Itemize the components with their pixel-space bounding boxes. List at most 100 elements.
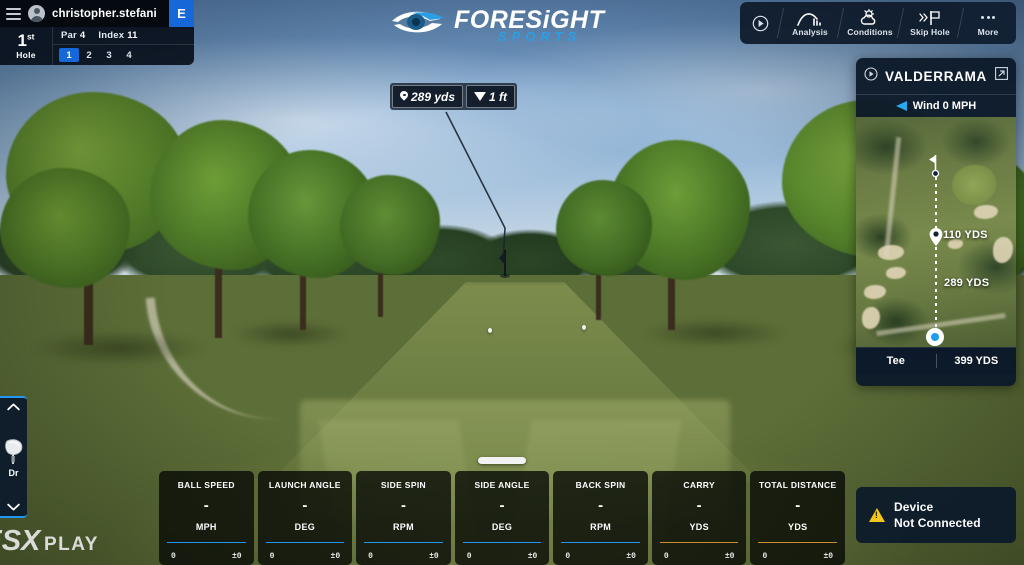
stat-value: - xyxy=(598,497,604,514)
stat-title: TOTAL DISTANCE xyxy=(759,480,837,490)
drag-handle-icon[interactable] xyxy=(478,457,526,464)
chevron-up-icon[interactable] xyxy=(7,403,20,411)
nav-item-skip-hole[interactable]: Skip Hole xyxy=(900,2,960,44)
shot-stats-bar: BALL SPEED - MPH 0 ±0 LAUNCH ANGLE - DEG … xyxy=(159,471,846,565)
hole-chip-2[interactable]: 2 xyxy=(79,48,99,62)
stat-card-side-angle[interactable]: SIDE ANGLE - DEG 0 ±0 xyxy=(454,471,550,565)
bunker xyxy=(878,245,904,260)
more-dots-icon xyxy=(981,9,995,26)
stat-range: 0 ±0 xyxy=(258,552,353,561)
device-status-panel[interactable]: Device Not Connected xyxy=(856,487,1016,543)
stat-unit: MPH xyxy=(195,522,217,532)
stat-max: ±0 xyxy=(724,552,735,561)
distance-marker-widget[interactable]: 289 yds 1 ft xyxy=(390,83,518,110)
elevation-box[interactable]: 1 ft xyxy=(466,85,516,108)
nav-item-analysis[interactable]: Analysis xyxy=(780,2,840,44)
stat-card-side-spin[interactable]: SIDE SPIN - RPM 0 ±0 xyxy=(356,471,451,565)
stat-card-back-spin[interactable]: BACK SPIN - RPM 0 ±0 xyxy=(553,471,648,565)
target-distance-box[interactable]: 289 yds xyxy=(392,85,464,108)
stat-range: 0 ±0 xyxy=(455,552,550,561)
wind-indicator: Wind 0 MPH xyxy=(856,94,1016,117)
bunker xyxy=(993,237,1013,263)
stat-rule xyxy=(265,541,345,543)
stat-rule xyxy=(462,541,542,543)
stat-range: 0 ±0 xyxy=(750,552,845,561)
hole-chip-3[interactable]: 3 xyxy=(99,48,119,62)
hole-row: 1st Hole Par 4 Index 11 1 2 3 4 xyxy=(0,27,194,65)
stat-unit: RPM xyxy=(590,522,612,532)
stat-max: ±0 xyxy=(231,552,242,561)
top-navigation-bar: Analysis Conditions Skip Hole More xyxy=(740,2,1016,44)
tee-ball-marker xyxy=(582,325,586,330)
par-index-row: Par 4 Index 11 xyxy=(53,27,194,45)
player-score-badge: E xyxy=(169,0,194,27)
play-circle-icon[interactable] xyxy=(864,67,878,86)
weather-cloud-sun-icon xyxy=(858,9,882,26)
tree-shadow xyxy=(230,320,350,348)
nav-label-skip-hole: Skip Hole xyxy=(910,27,950,37)
stat-max: ±0 xyxy=(330,552,341,561)
hole-chip-1[interactable]: 1 xyxy=(59,48,79,62)
stat-range: 0 ±0 xyxy=(553,552,648,561)
hole-chip-4[interactable]: 4 xyxy=(119,48,139,62)
selected-club[interactable]: Dr xyxy=(3,437,25,478)
stat-range: 0 ±0 xyxy=(159,552,254,561)
bunker xyxy=(886,267,906,279)
svg-text:FSX: FSX xyxy=(0,525,42,557)
device-status-text: Device Not Connected xyxy=(894,500,981,530)
stat-rule xyxy=(364,541,443,543)
hole-ordinal: st xyxy=(26,31,35,42)
stat-value: - xyxy=(302,497,308,514)
stat-title: SIDE ANGLE xyxy=(474,480,530,490)
stat-card-total-distance[interactable]: TOTAL DISTANCE - YDS 0 ±0 xyxy=(750,471,846,565)
nav-item-conditions[interactable]: Conditions xyxy=(840,2,900,44)
chevron-down-icon[interactable] xyxy=(7,503,20,511)
course-name: VALDERRAMA xyxy=(885,68,987,84)
device-status-line2: Not Connected xyxy=(894,516,981,530)
stat-title: CARRY xyxy=(683,480,716,490)
stat-min: 0 xyxy=(663,552,669,561)
stat-unit: RPM xyxy=(392,522,414,532)
skip-flag-icon xyxy=(918,9,942,26)
stat-card-ball-speed[interactable]: BALL SPEED - MPH 0 ±0 xyxy=(159,471,254,565)
stat-rule xyxy=(561,541,640,543)
nav-item-more[interactable]: More xyxy=(960,2,1016,44)
ball-position-icon xyxy=(926,328,944,346)
shot-trajectory-line xyxy=(934,177,937,337)
hamburger-menu-icon[interactable] xyxy=(6,7,21,20)
tree-foliage xyxy=(556,180,652,276)
user-avatar-icon[interactable] xyxy=(28,5,45,22)
foresight-sports-logo: FORESiGHT SPORTS xyxy=(386,3,636,43)
tee-label: Tee xyxy=(886,355,905,367)
stat-title: LAUNCH ANGLE xyxy=(268,480,341,490)
stat-max: ±0 xyxy=(823,552,834,561)
stat-value: - xyxy=(696,497,702,514)
stat-min: 0 xyxy=(565,552,571,561)
hole-length-value: 399 YDS xyxy=(954,355,999,367)
nav-label-more: More xyxy=(977,27,999,37)
stat-value: - xyxy=(499,497,505,514)
minimap-panel: VALDERRAMA Wind 0 MPH 110 YDS 289 YDS Te… xyxy=(856,58,1016,386)
brand-sub: SPORTS xyxy=(498,29,581,43)
stat-unit: YDS xyxy=(788,522,808,532)
stat-max: ±0 xyxy=(429,552,439,561)
target-distance-value: 289 yds xyxy=(411,89,456,104)
minimap-header: VALDERRAMA xyxy=(856,58,1016,94)
club-selector: Dr xyxy=(0,396,27,518)
stat-value: - xyxy=(795,497,801,514)
play-circle-icon[interactable] xyxy=(740,2,780,44)
stat-card-launch-angle[interactable]: LAUNCH ANGLE - DEG 0 ±0 xyxy=(257,471,353,565)
hole-chip-list: 1 2 3 4 xyxy=(53,45,194,65)
fsx-play-logo: FSX PLAY xyxy=(0,519,114,565)
cart-path xyxy=(883,137,902,257)
expand-arrows-icon[interactable] xyxy=(995,67,1008,85)
player-info-panel: christopher.stefani E 1st Hole Par 4 Inde… xyxy=(0,0,194,65)
stat-card-carry[interactable]: CARRY - YDS 0 ±0 xyxy=(651,471,747,565)
minimap-aerial-view[interactable]: 110 YDS 289 YDS xyxy=(856,117,1016,347)
elevation-value: 1 ft xyxy=(489,89,508,104)
bunker xyxy=(862,307,880,329)
player-name: christopher.stefani xyxy=(52,7,157,20)
index-label-group: Index 11 xyxy=(98,30,138,41)
stat-min: 0 xyxy=(762,552,768,561)
device-status-line1: Device xyxy=(894,500,934,514)
